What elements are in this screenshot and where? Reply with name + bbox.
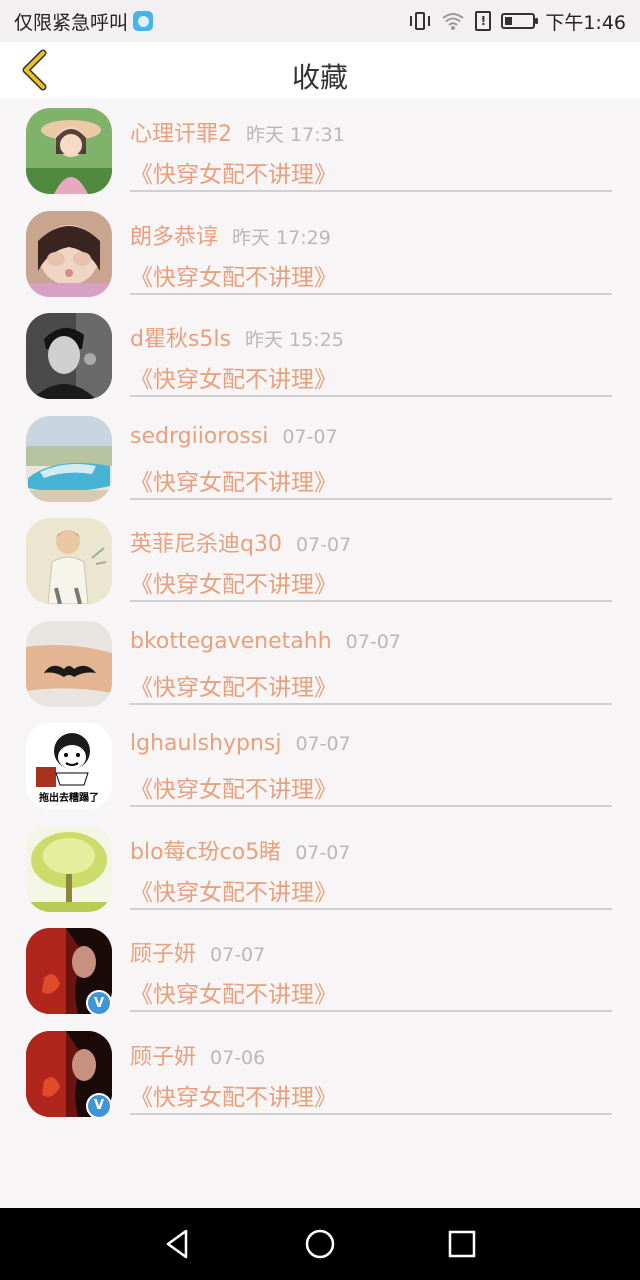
book-title[interactable]: 《快穿女配不讲理》	[130, 463, 337, 497]
book-title[interactable]: 《快穿女配不讲理》	[130, 565, 337, 599]
username: 顾子妍	[130, 1044, 197, 1070]
battery-icon	[501, 13, 539, 29]
recents-square-icon[interactable]	[444, 1226, 480, 1262]
avatar[interactable]	[26, 415, 112, 502]
list-item[interactable]: 英菲尼杀迪q30 07-07 《快穿女配不讲理》	[0, 508, 640, 611]
timestamp: 昨天 15:25	[245, 329, 344, 351]
username: bkottegavenetahh	[130, 628, 332, 654]
book-title[interactable]: 《快穿女配不讲理》	[130, 360, 337, 394]
timestamp: 昨天 17:29	[232, 226, 331, 249]
username: sedrgiiorossi	[130, 423, 269, 449]
vibrate-icon	[409, 11, 431, 31]
timestamp: 07-07	[210, 944, 266, 966]
verified-badge-icon: V	[86, 990, 112, 1016]
divider	[130, 805, 612, 807]
divider	[130, 190, 612, 192]
book-title[interactable]: 《快穿女配不讲理》	[130, 155, 337, 189]
list-item[interactable]: V 顾子妍 07-07 《快穿女配不讲理》	[0, 918, 640, 1021]
timestamp: 昨天 17:31	[246, 124, 345, 146]
book-title[interactable]: 《快穿女配不讲理》	[130, 258, 337, 292]
username: 心理讦罪2	[130, 122, 232, 147]
list-item[interactable]: V 顾子妍 07-06 《快穿女配不讲理》	[0, 1021, 640, 1124]
list-item[interactable]: d瞿秋s5ls 昨天 15:25 《快穿女配不讲理》	[0, 303, 640, 406]
book-title[interactable]: 《快穿女配不讲理》	[130, 668, 337, 702]
list-item[interactable]: 朗多恭谆 昨天 17:29 《快穿女配不讲理》	[0, 201, 640, 304]
username: blo莓c玢co5睹	[130, 839, 282, 865]
avatar[interactable]	[26, 518, 112, 604]
divider	[130, 907, 612, 910]
username: d瞿秋s5ls	[130, 327, 231, 352]
divider	[130, 1010, 612, 1012]
divider	[130, 292, 612, 295]
divider	[130, 702, 612, 705]
book-title[interactable]: 《快穿女配不讲理》	[130, 975, 337, 1009]
list-item[interactable]: 拖出去糟蹋了 lghaulshypnsj 07-07 《快穿女配不讲理》	[0, 713, 640, 816]
avatar[interactable]	[26, 313, 112, 399]
avatar[interactable]: 拖出去糟蹋了	[26, 723, 112, 809]
page-title: 收藏	[291, 61, 348, 94]
favorites-list: 心理讦罪2 昨天 17:31 《快穿女配不讲理》 朗多恭谆 昨天 17:29 《快穿…	[0, 98, 640, 1123]
book-title[interactable]: 《快穿女配不讲理》	[130, 1078, 337, 1112]
status-bar: 仅限紧急呼叫 ! 下午1:46	[0, 0, 640, 42]
avatar[interactable]	[26, 620, 112, 707]
list-item[interactable]: 心理讦罪2 昨天 17:31 《快穿女配不讲理》	[0, 98, 640, 201]
home-circle-icon[interactable]	[302, 1226, 338, 1262]
timestamp: 07-07	[295, 841, 351, 864]
divider	[130, 497, 612, 500]
avatar[interactable]	[26, 825, 112, 912]
list-item[interactable]: sedrgiiorossi 07-07 《快穿女配不讲理》	[0, 406, 640, 509]
divider	[130, 600, 612, 602]
divider	[130, 1112, 612, 1115]
sim-alert-icon: !	[475, 11, 492, 31]
carrier-status-text: 仅限紧急呼叫	[14, 11, 129, 34]
username: lghaulshypnsj	[130, 731, 282, 756]
list-item[interactable]: blo莓c玢co5睹 07-07 《快穿女配不讲理》	[0, 816, 640, 919]
username: 顾子妍	[130, 942, 197, 967]
username: 英菲尼杀迪q30	[130, 532, 282, 557]
system-nav-bar	[0, 1208, 640, 1280]
status-time: 下午1:46	[545, 11, 626, 34]
avatar[interactable]	[26, 108, 112, 194]
divider	[130, 395, 612, 397]
list-item[interactable]: bkottegavenetahh 07-07 《快穿女配不讲理》	[0, 611, 640, 714]
timestamp: 07-07	[345, 630, 401, 653]
timestamp: 07-07	[295, 733, 351, 755]
avatar-caption: 拖出去糟蹋了	[39, 793, 99, 804]
timestamp: 07-06	[210, 1046, 266, 1069]
back-triangle-icon[interactable]	[160, 1226, 196, 1262]
app-header: 收藏	[0, 42, 640, 98]
wifi-icon	[442, 13, 464, 30]
app-notification-icon	[133, 11, 154, 31]
book-title[interactable]: 《快穿女配不讲理》	[130, 770, 337, 804]
verified-badge-icon: V	[86, 1092, 112, 1119]
avatar[interactable]	[26, 210, 112, 297]
username: 朗多恭谆	[130, 224, 219, 250]
timestamp: 07-07	[282, 425, 338, 448]
book-title[interactable]: 《快穿女配不讲理》	[130, 873, 337, 907]
timestamp: 07-07	[295, 534, 352, 556]
